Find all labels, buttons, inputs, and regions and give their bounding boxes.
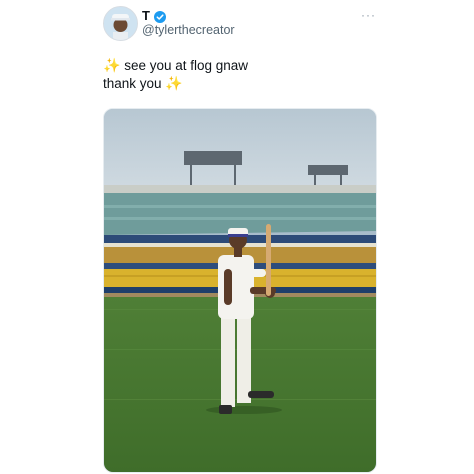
- tweet-line-1-text: see you at flog gnaw: [120, 58, 249, 73]
- tweet-photo[interactable]: [103, 108, 377, 473]
- tweet-line-2: thank you ✨: [103, 75, 248, 93]
- stadium-photo-illustration: [104, 109, 376, 472]
- author-handle[interactable]: @tylerthecreator: [142, 22, 235, 38]
- tweet-text: ✨ see you at flog gnaw thank you ✨: [103, 57, 248, 92]
- avatar[interactable]: [103, 6, 138, 41]
- sparkles-emoji: ✨: [103, 57, 121, 73]
- verified-badge-icon: [153, 10, 166, 23]
- more-options-icon[interactable]: ···: [361, 8, 376, 22]
- tweet-line-2-text: thank you: [103, 75, 166, 91]
- tweet-line-1: ✨ see you at flog gnaw: [103, 57, 248, 75]
- sparkles-emoji: ✨: [165, 74, 183, 91]
